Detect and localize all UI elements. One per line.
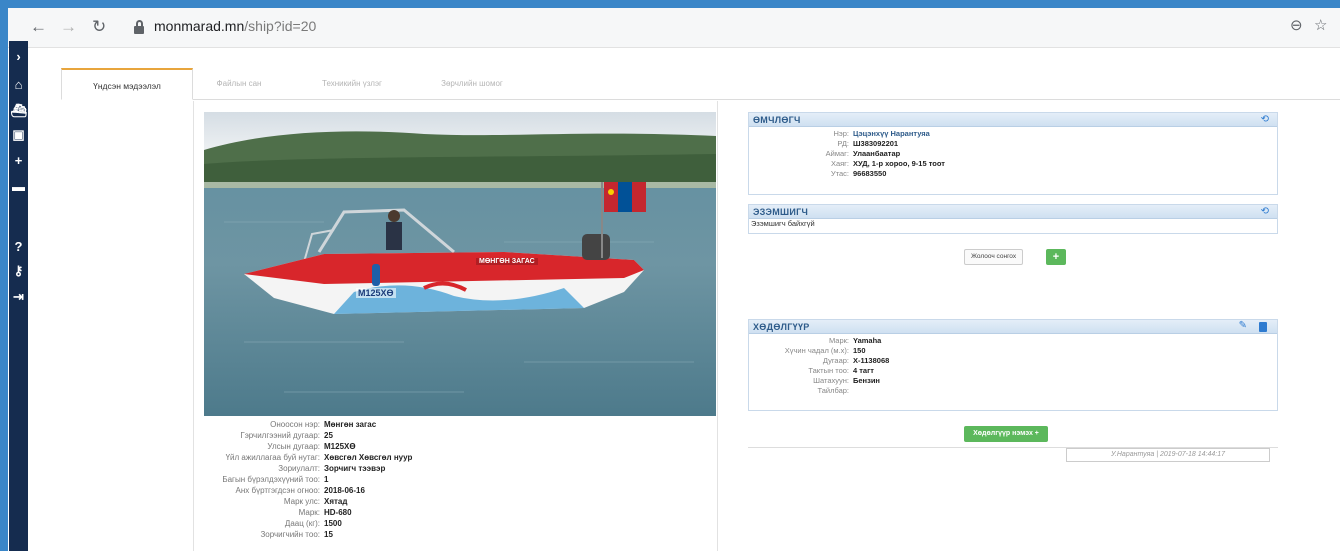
info-row-make-country: Марк улс: Хятад	[283, 497, 348, 506]
ship-icon[interactable]: ⛴	[9, 103, 28, 119]
logout-icon[interactable]: ⇥	[9, 289, 28, 305]
plus-icon[interactable]: +	[9, 153, 28, 169]
info-row-crew-count: Багын бүрэлдэхүүний тоо: 1	[222, 475, 329, 484]
reload-icon[interactable]: ↻	[92, 17, 106, 37]
tab-inspection[interactable]: Техникийн үзлэг	[301, 68, 403, 100]
folder-icon[interactable]: ▬	[9, 179, 28, 195]
url-text: monmarad.mn/ship?id=20	[154, 18, 317, 34]
info-row-passengers: Зорчигчийн тоо: 15	[260, 530, 333, 539]
ship-photo: МӨНГӨН ЗАГАС M125XӨ	[204, 112, 716, 416]
trash-icon[interactable]	[1259, 322, 1267, 332]
tab-violations[interactable]: Зөрчлийн шомог	[417, 68, 527, 100]
history-icon[interactable]: ⟲	[1261, 114, 1269, 125]
ship-details-column: МӨНГӨН ЗАГАС M125XӨ Оноосон нэр: Мөнгөн з…	[193, 101, 718, 551]
engine-row-strokes: Тактын тоо: 4 тагт	[808, 366, 874, 375]
star-icon[interactable]: ☆	[1314, 16, 1327, 34]
owner-row-name: Нэр: Цэцэнхүү Нарантуяа	[833, 129, 930, 138]
owner-row-province: Аймаг: Улаанбаатар	[825, 149, 901, 158]
info-row-operating-area: Үйл ажиллагаа буй нутаг: Хөвсгөл Хөвсгөл …	[225, 453, 413, 462]
tab-files[interactable]: Файлын сан	[199, 68, 279, 100]
forward-arrow-icon[interactable]: →	[60, 17, 77, 37]
home-icon[interactable]: ⌂	[9, 77, 28, 93]
expand-chevron-icon[interactable]: ›	[9, 49, 28, 65]
info-row-certificate: Гэрчилгээний дугаар: 25	[240, 431, 333, 440]
browser-window: ← → ↻ monmarad.mn/ship?id=20 ⊖ ☆ Үндсэн …	[8, 8, 1340, 551]
info-row-capacity: Даац (кг): 1500	[284, 519, 342, 528]
info-row-registered-date: Анх бүртгэгдсэн огноо: 2018-06-16	[235, 486, 365, 495]
add-driver-button[interactable]: +	[1046, 249, 1066, 265]
add-engine-button[interactable]: Хөдөлгүүр нэмэх +	[964, 426, 1048, 442]
owner-panel-header: ӨМЧЛӨГЧ ⟲	[749, 113, 1277, 127]
registration-plate: M125XӨ	[356, 288, 396, 298]
tab-bar: Үндсэн мэдээлэл Файлын сан Техникийн үзл…	[61, 68, 1340, 100]
engine-row-make: Марк: Yamaha	[828, 336, 882, 345]
owner-row-register: РД: Ш383092201	[837, 139, 899, 148]
info-row-purpose: Зориулалт: Зорчигч тээвэр	[278, 464, 386, 473]
info-row-state-number: Улсын дугаар: M125XӨ	[267, 442, 356, 451]
engine-panel: ХӨДӨЛГҮҮР ✎ Марк: Yamaha Хүчин чадал (м.х…	[748, 319, 1278, 411]
possessor-empty-row: Эзэмшигч байхгүй	[751, 219, 815, 228]
history-icon[interactable]: ⟲	[1261, 206, 1269, 217]
owner-row-address: Хаяг: ХУД, 1-р хороо, 9-15 тоот	[830, 159, 945, 168]
possessor-panel-header: ЭЗЭМШИГЧ ⟲	[749, 205, 1277, 219]
help-icon[interactable]: ?	[9, 239, 28, 255]
app-sidebar: › ⌂ ⛴ ▣ + ▬ ? ⚷ ⇥	[9, 41, 28, 551]
info-row-name: Оноосон нэр: Мөнгөн загас	[270, 420, 377, 429]
info-row-make: Марк: HD-680	[298, 508, 352, 517]
owner-panel-title: ӨМЧЛӨГЧ	[753, 115, 801, 125]
back-arrow-icon[interactable]: ←	[30, 17, 47, 37]
possessor-panel: ЭЗЭМШИГЧ ⟲ Эзэмшигч байхгүй	[748, 204, 1278, 234]
address-bar[interactable]: monmarad.mn/ship?id=20	[126, 16, 1286, 40]
engine-row-number: Дугаар: X-1138068	[822, 356, 890, 365]
engine-panel-title: ХӨДӨЛГҮҮР	[753, 322, 810, 332]
owner-row-phone: Утас: 96683550	[830, 169, 887, 178]
engine-row-power: Хүчин чадал (м.х): 150	[784, 346, 866, 355]
hull-name-text: МӨНГӨН ЗАГАС	[476, 258, 538, 265]
engine-row-fuel: Шатахуун: Бензин	[813, 376, 880, 385]
owner-panel: ӨМЧЛӨГЧ ⟲ Нэр: Цэцэнхүү Нарантуяа РД: Ш383…	[748, 112, 1278, 195]
engine-row-note: Тайлбар:	[817, 386, 849, 395]
key-icon[interactable]: ⚷	[9, 263, 28, 279]
tab-basic-info[interactable]: Үндсэн мэдээлэл	[61, 68, 193, 100]
lock-icon	[134, 20, 144, 34]
browser-toolbar: ← → ↻ monmarad.mn/ship?id=20 ⊖ ☆	[8, 8, 1340, 48]
engine-panel-header: ХӨДӨЛГҮҮР ✎	[749, 320, 1277, 334]
audit-stamp: У.Нарантуяа | 2019-07-18 14:44:17	[1066, 448, 1270, 462]
possessor-panel-title: ЭЗЭМШИГЧ	[753, 207, 809, 217]
select-driver-button[interactable]: Жолооч сонгох	[964, 249, 1024, 265]
edit-pencil-icon[interactable]: ✎	[1239, 320, 1247, 331]
id-card-icon[interactable]: ▣	[9, 127, 28, 143]
ship-info-list: Оноосон нэр: Мөнгөн загас Гэрчилгээний ду…	[194, 419, 714, 540]
zoom-icon[interactable]: ⊖	[1290, 16, 1303, 34]
owner-engine-column: ӨМЧЛӨГЧ ⟲ Нэр: Цэцэнхүү Нарантуяа РД: Ш383…	[732, 101, 1292, 551]
